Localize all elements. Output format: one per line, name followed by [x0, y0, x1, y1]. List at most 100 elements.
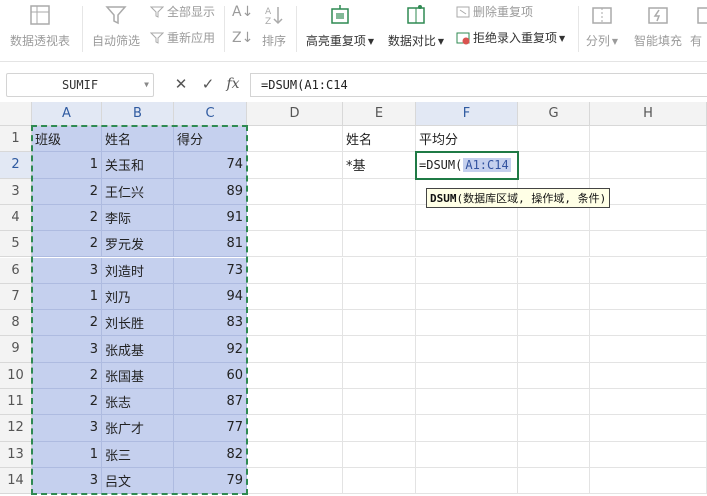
cell[interactable] [416, 336, 518, 363]
cell[interactable] [518, 362, 590, 389]
cell[interactable] [247, 441, 343, 468]
cell[interactable] [518, 204, 590, 232]
table-data-cell[interactable]: 87 [174, 389, 247, 416]
reapply-button[interactable]: 重新应用 [150, 28, 215, 48]
auto-filter-button[interactable]: 自动筛选 [86, 0, 146, 60]
cell[interactable] [590, 362, 707, 389]
table-data-cell[interactable]: 1 [32, 441, 102, 468]
row-header-9[interactable]: 9 [0, 336, 32, 363]
row-header-11[interactable]: 11 [0, 389, 32, 416]
table-header-cell[interactable]: 班级 [32, 126, 102, 153]
table-data-cell[interactable]: 王仁兴 [102, 178, 174, 205]
cell[interactable] [590, 441, 707, 468]
table-data-cell[interactable]: 73 [174, 257, 247, 284]
flash-fill-button[interactable]: 智能填充 [628, 0, 688, 60]
reject-duplicates-button[interactable]: 拒绝录入重复项 ▼ [456, 28, 565, 48]
table-data-cell[interactable]: 刘乃 [102, 283, 174, 311]
data-compare-button[interactable]: 数据对比 ▼ [384, 0, 448, 60]
cell[interactable] [416, 283, 518, 311]
name-box[interactable]: SUMIF ▼ [6, 73, 154, 97]
cell[interactable] [590, 415, 707, 442]
enter-icon[interactable]: ✓ [199, 75, 217, 93]
cell[interactable] [416, 415, 518, 442]
row-header-3[interactable]: 3 [0, 178, 32, 205]
cell[interactable] [518, 126, 590, 153]
criteria-header-average[interactable]: 平均分 [416, 126, 518, 153]
column-header-c[interactable]: C [174, 102, 247, 126]
row-header-14[interactable]: 14 [0, 467, 32, 495]
table-data-cell[interactable]: 关玉和 [102, 152, 174, 179]
cell[interactable] [590, 257, 707, 284]
table-data-cell[interactable]: 3 [32, 415, 102, 442]
cell[interactable] [416, 362, 518, 389]
column-header-h[interactable]: H [590, 102, 707, 126]
criteria-header-name[interactable]: 姓名 [343, 126, 416, 153]
cell[interactable] [247, 283, 343, 311]
column-header-d[interactable]: D [247, 102, 343, 126]
cell[interactable] [247, 152, 343, 179]
criteria-name-value[interactable]: *基 [343, 152, 416, 179]
column-header-a[interactable]: A [32, 102, 102, 126]
table-data-cell[interactable]: 94 [174, 283, 247, 311]
cell[interactable] [518, 389, 590, 416]
table-data-cell[interactable]: 张三 [102, 441, 174, 468]
cell[interactable] [247, 362, 343, 389]
row-header-6[interactable]: 6 [0, 257, 32, 284]
table-data-cell[interactable]: 1 [32, 152, 102, 179]
cell[interactable] [343, 336, 416, 363]
row-header-4[interactable]: 4 [0, 204, 32, 232]
table-data-cell[interactable]: 3 [32, 257, 102, 284]
table-data-cell[interactable]: 2 [32, 310, 102, 337]
cell[interactable] [343, 257, 416, 284]
cell[interactable] [518, 152, 590, 179]
table-data-cell[interactable]: 2 [32, 204, 102, 232]
column-header-b[interactable]: B [102, 102, 174, 126]
column-header-g[interactable]: G [518, 102, 590, 126]
row-header-12[interactable]: 12 [0, 415, 32, 442]
cell[interactable] [247, 204, 343, 232]
table-data-cell[interactable]: 1 [32, 283, 102, 311]
cell[interactable] [590, 126, 707, 153]
cell[interactable] [247, 415, 343, 442]
sort-button[interactable]: AZ 排序 [256, 0, 292, 60]
insert-function-icon[interactable]: fx [224, 75, 242, 93]
cell[interactable] [518, 467, 590, 495]
row-header-13[interactable]: 13 [0, 441, 32, 468]
cell[interactable] [343, 362, 416, 389]
row-header-1[interactable]: 1 [0, 126, 32, 153]
cell[interactable] [247, 126, 343, 153]
cell[interactable] [343, 178, 416, 205]
more-button[interactable]: 有 [690, 0, 707, 60]
table-data-cell[interactable]: 3 [32, 467, 102, 495]
delete-duplicates-button[interactable]: 删除重复项 [456, 2, 533, 22]
cell[interactable] [343, 467, 416, 495]
cell[interactable] [343, 389, 416, 416]
sort-desc-button[interactable]: Z↓ [232, 28, 253, 48]
table-data-cell[interactable]: 罗元发 [102, 231, 174, 258]
cell[interactable] [518, 283, 590, 311]
table-data-cell[interactable]: 2 [32, 178, 102, 205]
cancel-icon[interactable]: ✕ [172, 75, 190, 93]
cell[interactable] [247, 178, 343, 205]
show-all-button[interactable]: 全部显示 [150, 2, 215, 22]
cell[interactable] [343, 415, 416, 442]
table-data-cell[interactable]: 92 [174, 336, 247, 363]
sort-asc-button[interactable]: A↓ [232, 2, 253, 22]
row-header-7[interactable]: 7 [0, 283, 32, 311]
cell[interactable] [247, 231, 343, 258]
cell[interactable] [343, 204, 416, 232]
cell[interactable] [416, 441, 518, 468]
table-data-cell[interactable]: 张志 [102, 389, 174, 416]
table-data-cell[interactable]: 李际 [102, 204, 174, 232]
table-data-cell[interactable]: 60 [174, 362, 247, 389]
table-data-cell[interactable]: 张广才 [102, 415, 174, 442]
table-data-cell[interactable]: 74 [174, 152, 247, 179]
cell[interactable] [343, 283, 416, 311]
row-header-10[interactable]: 10 [0, 362, 32, 389]
cell[interactable] [416, 310, 518, 337]
cell[interactable] [247, 257, 343, 284]
cell[interactable] [416, 467, 518, 495]
table-data-cell[interactable]: 2 [32, 231, 102, 258]
cell[interactable] [518, 310, 590, 337]
cell[interactable] [590, 467, 707, 495]
